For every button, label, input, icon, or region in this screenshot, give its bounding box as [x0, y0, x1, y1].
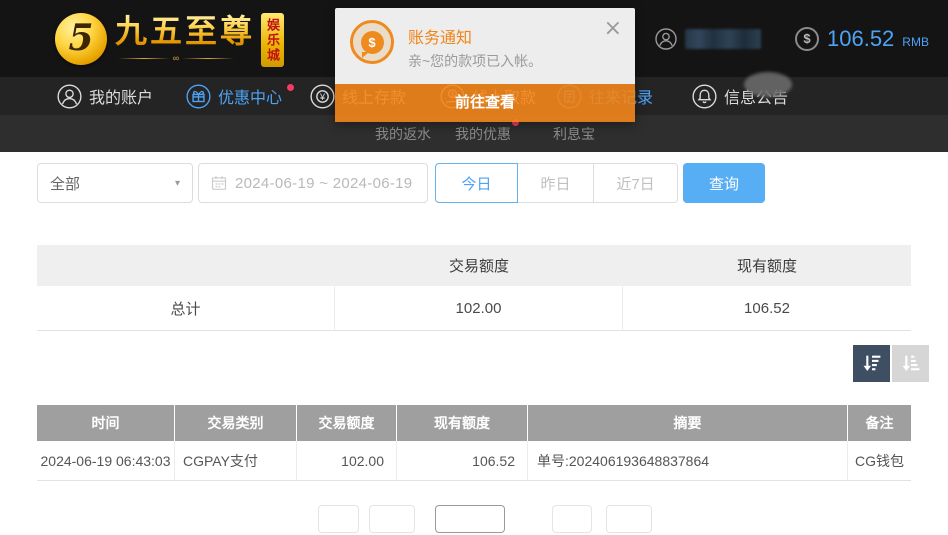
- nav-label: 我的账户: [89, 84, 153, 108]
- sort-ascending-button[interactable]: [892, 345, 929, 382]
- notification-title: 账务通知: [408, 24, 472, 48]
- summary-total-label: 总计: [37, 286, 335, 330]
- subnav-label: 我的优惠: [455, 124, 511, 144]
- chevron-down-icon: ▾: [175, 178, 180, 189]
- dollar-icon: $: [795, 27, 819, 51]
- type-select-value: 全部: [50, 173, 80, 194]
- summary-header-row: 交易额度 现有额度: [37, 245, 911, 286]
- user-account[interactable]: [655, 0, 761, 77]
- col-header-type: 交易类别: [175, 405, 297, 441]
- date-range-value: 2024-06-19 ~ 2024-06-19: [235, 175, 412, 192]
- pagination-button[interactable]: [369, 505, 415, 533]
- col-header-remark: 备注: [848, 405, 911, 441]
- sort-desc-icon: [860, 352, 883, 375]
- quick-date-buttons: 今日 昨日 近7日: [435, 163, 678, 203]
- logo-coin-icon: 5: [55, 13, 107, 65]
- sort-controls: [853, 345, 929, 382]
- username-censored: [685, 29, 761, 49]
- records-table: 时间 交易类别 交易额度 现有额度 摘要 备注 2024-06-19 06:43…: [37, 405, 911, 481]
- type-select[interactable]: 全部 ▾: [37, 163, 193, 203]
- bell-icon: [692, 84, 717, 109]
- subnav-label: 我的返水: [375, 124, 431, 144]
- pagination-button[interactable]: [318, 505, 359, 533]
- deposit-icon: ¥: [310, 84, 335, 109]
- cell-remark: CG钱包: [848, 441, 911, 480]
- notification-popup: $ 账务通知 亲~您的款项已入帐。 × 前往查看: [335, 8, 635, 122]
- pagination-button[interactable]: [606, 505, 652, 533]
- pagination-button[interactable]: [552, 505, 592, 533]
- sort-descending-button[interactable]: [853, 345, 890, 382]
- promotions-badge-dot: [287, 84, 294, 91]
- balance-display[interactable]: $ 106.52 RMB: [795, 0, 929, 77]
- table-row: 2024-06-19 06:43:03 CGPAY支付 102.00 106.5…: [37, 441, 911, 481]
- col-header-summary: 摘要: [528, 405, 848, 441]
- summary-header-balance: 现有额度: [623, 245, 911, 286]
- summary-total-balance: 106.52: [623, 286, 911, 330]
- account-icon: [57, 84, 82, 109]
- summary-total-row: 总计 102.00 106.52: [37, 286, 911, 331]
- user-icon: [655, 28, 677, 50]
- balance-amount: 106.52: [827, 26, 894, 52]
- cell-balance: 106.52: [397, 441, 528, 480]
- date-range-input[interactable]: 2024-06-19 ~ 2024-06-19: [198, 163, 428, 203]
- cell-time: 2024-06-19 06:43:03: [37, 441, 175, 480]
- sort-asc-icon: [899, 352, 922, 375]
- close-icon[interactable]: ×: [604, 18, 622, 40]
- nav-item-my-account[interactable]: 我的账户: [57, 77, 153, 115]
- censor-blob: [744, 72, 792, 97]
- balance-currency: RMB: [902, 35, 929, 49]
- gift-icon: [186, 84, 211, 109]
- subnav-label: 利息宝: [553, 124, 595, 144]
- cell-summary: 单号:202406193648837864: [528, 441, 848, 480]
- svg-text:¥: ¥: [319, 91, 326, 101]
- last7days-button[interactable]: 近7日: [593, 163, 678, 203]
- col-header-amount: 交易额度: [297, 405, 397, 441]
- money-message-icon: $: [350, 20, 394, 64]
- logo-flourish: ∞: [118, 52, 234, 64]
- notification-message: 亲~您的款项已入帐。: [408, 51, 542, 71]
- records-header-row: 时间 交易类别 交易额度 现有额度 摘要 备注: [37, 405, 911, 441]
- cell-type: CGPAY支付: [175, 441, 297, 480]
- col-header-balance: 现有额度: [397, 405, 528, 441]
- yesterday-button[interactable]: 昨日: [517, 163, 594, 203]
- summary-total-transaction: 102.00: [335, 286, 623, 330]
- query-button[interactable]: 查询: [683, 163, 765, 203]
- cell-amount: 102.00: [297, 441, 397, 480]
- summary-header-transaction: 交易额度: [335, 245, 623, 286]
- summary-header-empty: [37, 245, 335, 286]
- calendar-icon: [211, 175, 227, 191]
- col-header-time: 时间: [37, 405, 175, 441]
- summary-table: 交易额度 现有额度 总计 102.00 106.52: [37, 245, 911, 331]
- nav-item-promotions[interactable]: 优惠中心: [186, 77, 294, 115]
- notification-action-button[interactable]: 前往查看: [335, 84, 635, 122]
- logo-title: 九五至尊: [115, 11, 255, 51]
- logo-badge: 娱乐城: [261, 13, 284, 67]
- today-button[interactable]: 今日: [435, 163, 518, 203]
- pagination-current[interactable]: [435, 505, 505, 533]
- pagination: [0, 505, 948, 535]
- nav-label: 优惠中心: [218, 84, 282, 108]
- notification-body: $ 账务通知 亲~您的款项已入帐。 ×: [335, 8, 635, 84]
